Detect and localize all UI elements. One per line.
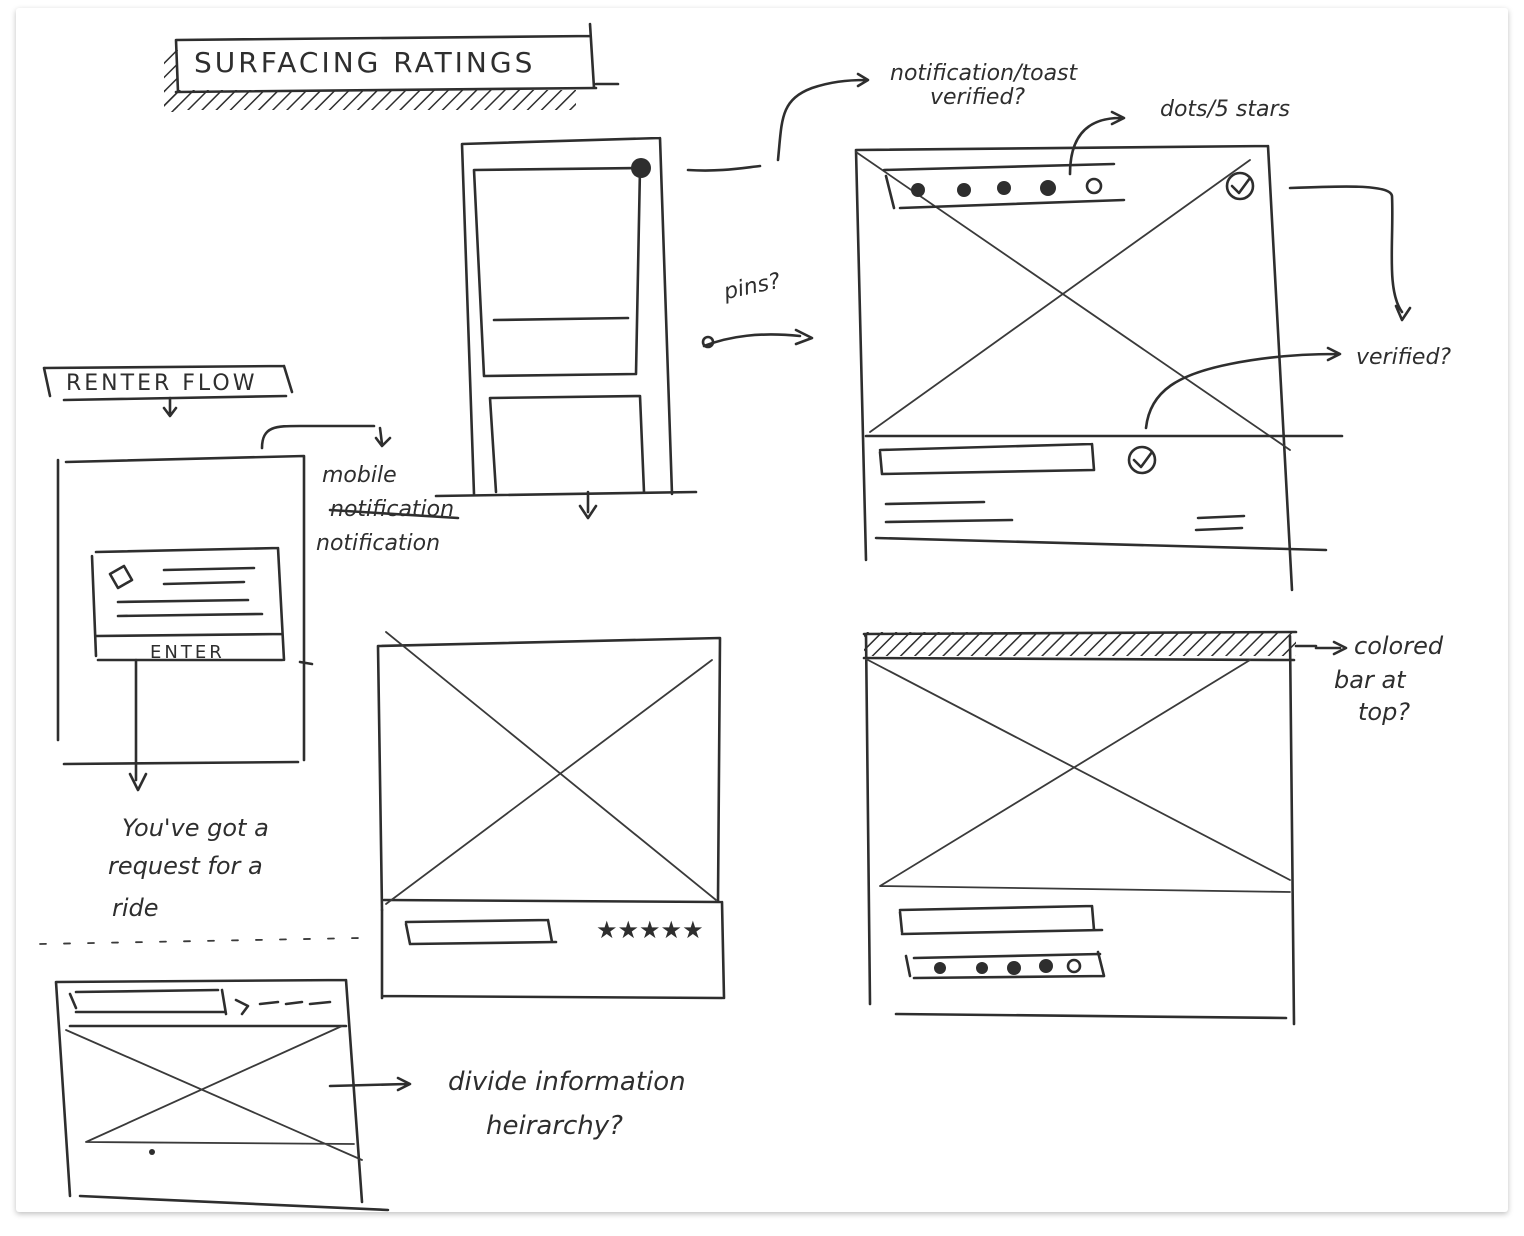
svg-text:dots/5 stars: dots/5 stars: [1160, 97, 1290, 122]
svg-text:top?: top?: [1358, 698, 1410, 726]
annotation-divide-hierarchy: divide information heirarchy?: [328, 1067, 686, 1141]
svg-text:colored: colored: [1354, 632, 1444, 660]
rating-dot-icon: [997, 181, 1011, 195]
annotation-verified-right: verified?: [1144, 185, 1451, 430]
card-wireframe-colored-bar: [862, 630, 1318, 1026]
svg-text:divide information: divide information: [448, 1067, 686, 1097]
svg-text:verified?: verified?: [930, 85, 1025, 110]
annotation-ride-request: You've got a request for a ride: [108, 814, 269, 922]
card-wireframe-stars: ★★★★★: [376, 631, 726, 1000]
annotation-mobile-notification: mobile notification notification: [316, 463, 460, 556]
star-rating-icons: ★★★★★: [596, 916, 704, 944]
annotation-pins: pins?: [701, 269, 814, 349]
divider-dotted: [39, 937, 361, 945]
annotation-dots-stars: dots/5 stars: [1068, 97, 1290, 176]
rating-dot-icon: [976, 962, 988, 974]
title-banner: SURFACING RATINGS: [164, 22, 620, 112]
svg-text:You've got a: You've got a: [122, 814, 269, 842]
colored-top-bar: [864, 632, 1296, 656]
rating-dot-icon: [911, 183, 925, 197]
annotation-notification-toast: notification/toast verified?: [776, 61, 1079, 162]
svg-text:request for a: request for a: [108, 852, 263, 880]
renter-flow-label: RENTER FLOW: [42, 364, 294, 418]
wireframe-sketch: SURFACING RATINGS notification/toast ver…: [39, 22, 1451, 1212]
svg-text:pins?: pins?: [721, 269, 783, 306]
rating-dot-empty-icon: [1066, 958, 1082, 974]
svg-text:ride: ride: [112, 894, 159, 922]
rating-dot-icon: [957, 183, 971, 197]
phone-wireframe-toast: [434, 136, 762, 520]
toast-indicator-icon: [631, 158, 651, 178]
small-card-wireframe: [54, 978, 390, 1212]
rating-dot-icon: [1039, 959, 1053, 973]
annotation-colored-bar: colored bar at top?: [1314, 632, 1444, 726]
rating-dot-icon: [1007, 961, 1021, 975]
svg-text:verified?: verified?: [1356, 345, 1451, 370]
svg-text:heirarchy?: heirarchy?: [486, 1111, 623, 1141]
page-title: SURFACING RATINGS: [194, 46, 535, 79]
rating-dot-empty-icon: [1085, 177, 1103, 195]
enter-button[interactable]: ENTER: [150, 642, 225, 663]
svg-text:mobile: mobile: [322, 463, 397, 488]
rating-dot-icon: [1040, 180, 1056, 196]
svg-text:notification: notification: [316, 531, 440, 556]
svg-text:RENTER FLOW: RENTER FLOW: [66, 371, 257, 396]
svg-text:notification: notification: [330, 497, 454, 522]
svg-text:bar at: bar at: [1334, 666, 1407, 694]
card-wireframe-dots: [854, 144, 1344, 592]
rating-dot-icon: [934, 962, 946, 974]
svg-text:notification/toast: notification/toast: [890, 61, 1079, 86]
